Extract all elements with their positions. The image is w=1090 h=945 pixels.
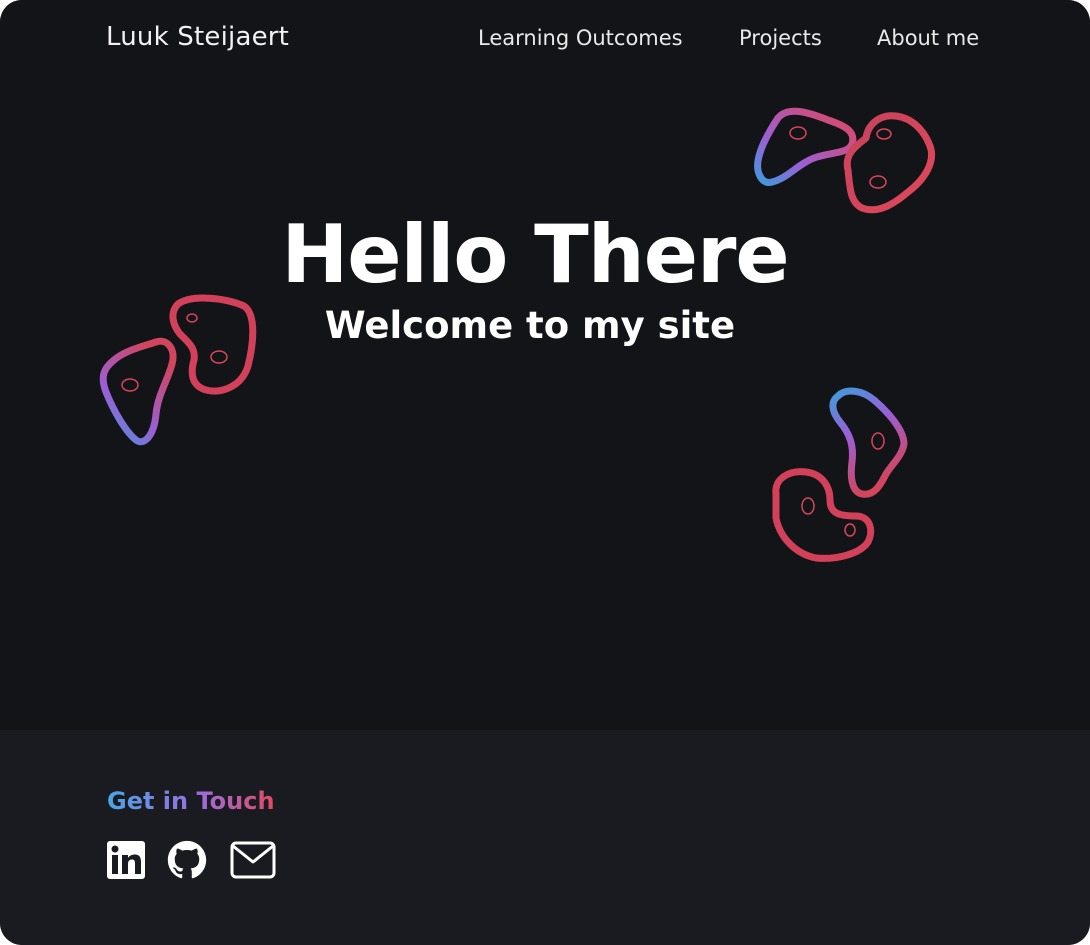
nav-projects[interactable]: Projects [739, 26, 822, 50]
nav-learning-outcomes[interactable]: Learning Outcomes [478, 26, 683, 50]
footer [0, 730, 1090, 945]
linkedin-icon [107, 841, 145, 879]
blob-decoration-bottom-right [772, 387, 908, 562]
get-in-touch-heading: Get in Touch [107, 787, 275, 815]
github-link[interactable] [167, 840, 207, 880]
linkedin-link[interactable] [106, 840, 146, 880]
hero-section: Luuk Steijaert Learning Outcomes Project… [0, 0, 1090, 730]
page-frame: Luuk Steijaert Learning Outcomes Project… [0, 0, 1090, 945]
hero-title: Hello There [281, 208, 789, 301]
mail-icon [230, 841, 276, 879]
main-nav: Learning Outcomes Projects About me [478, 26, 998, 56]
brand-logo-link[interactable]: Luuk Steijaert [106, 22, 289, 52]
email-link[interactable] [230, 840, 276, 880]
hero-subtitle: Welcome to my site [324, 304, 736, 347]
nav-about-me[interactable]: About me [877, 26, 979, 50]
github-icon [167, 840, 207, 879]
